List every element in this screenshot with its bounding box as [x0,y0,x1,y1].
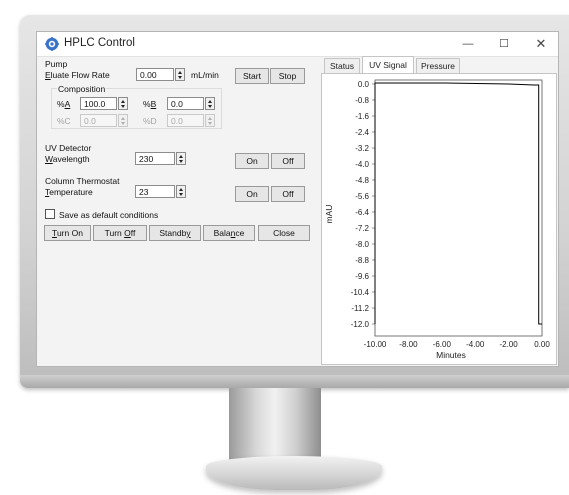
percent-c-spinner [118,114,128,127]
maximize-button[interactable]: ☐ [491,35,517,53]
percent-b-input[interactable] [167,97,204,110]
flow-rate-label: Eluate Flow Rate [45,70,110,80]
y-tick-label: -1.6 [355,112,369,121]
percent-b-letter: B [150,99,157,109]
y-tick-label: -2.4 [355,128,369,137]
turn-off-button[interactable]: Turn Off [93,225,147,241]
minimize-button[interactable]: — [455,35,481,53]
flow-rate-unit: mL/min [191,70,219,80]
x-tick-label: 0.00 [534,340,550,349]
save-default-label: Save as default conditions [59,210,159,220]
y-tick-label: -3.2 [355,144,369,153]
tab-status[interactable]: Status [324,58,360,73]
y-tick-label: -7.2 [355,224,369,233]
pump-start-button[interactable]: Start [235,68,269,84]
y-tick-label: -4.0 [355,160,369,169]
balance-c: ce [235,228,245,238]
x-axis-label: Minutes [436,350,466,360]
plot-area [374,79,543,337]
turn-off-a: Turn [104,228,125,238]
flow-rate-rest: luate Flow Rate [50,70,110,80]
thermostat-on-button[interactable]: On [235,186,269,202]
y-tick-label: -11.2 [351,304,369,313]
percent-b-prefix: % [143,99,151,109]
x-tick-label: -2.00 [499,340,518,349]
x-tick-label: -10.00 [364,340,387,349]
turn-off-accel: O [124,228,131,238]
temperature-rest: emperature [49,187,93,197]
y-tick-label: -5.6 [355,192,369,201]
wavelength-accel: W [45,154,53,164]
turn-on-button[interactable]: Turn On [44,225,91,241]
wavelength-spinner[interactable] [176,152,186,165]
percent-a-spinner[interactable] [118,97,128,110]
uv-signal-panel: -10.00 -8.00 -6.00 -4.00 -2.00 0.00 0.0 -0.8 -1.… [321,73,557,365]
flow-rate-spinner[interactable] [175,68,185,81]
pump-stop-button[interactable]: Stop [270,68,305,84]
uv-off-button[interactable]: Off [271,153,305,169]
monitor-stand-neck [229,388,321,460]
percent-a-prefix: % [57,99,65,109]
standby-a: Standb [159,228,187,238]
app-icon [45,37,59,51]
y-tick-label: -6.4 [355,208,369,217]
turn-off-c: ff [130,228,136,238]
percent-a-letter: A [64,99,71,109]
temperature-input[interactable] [135,185,175,198]
percent-c-label: %C [57,116,71,126]
title-bar[interactable]: HPLC Control — ☐ ✕ [37,32,558,57]
balance-a: Bala [213,228,231,238]
screen: HPLC Control — ☐ ✕ Pump Eluate Flow Rate… [36,31,559,367]
tab-pressure[interactable]: Pressure [416,58,460,73]
percent-d-label: %D [143,116,157,126]
pump-heading: Pump [45,59,68,69]
y-tick-label: -9.6 [355,272,369,281]
flow-rate-input[interactable] [136,68,174,81]
percent-b-label: %B [143,99,156,109]
y-tick-label: 0.0 [358,80,370,89]
close-window-button[interactable]: ✕ [528,35,554,53]
y-tick-label: -8.0 [355,240,369,249]
close-button[interactable]: Close [258,225,310,241]
percent-d-spinner [205,114,215,127]
monitor-bezel [20,375,569,388]
standby-accel: y [186,228,191,238]
percent-b-spinner[interactable] [205,97,215,110]
y-tick-label: -8.8 [355,256,369,265]
percent-a-input[interactable] [80,97,117,110]
x-tick-label: -6.00 [433,340,452,349]
turn-on-rest: urn On [56,228,83,238]
uv-on-button[interactable]: On [235,153,269,169]
wavelength-label: Wavelength [45,154,90,164]
y-tick-label: -10.4 [351,288,370,297]
standby-button[interactable]: Standby [149,225,201,241]
save-default-checkbox[interactable] [45,209,55,219]
thermostat-heading: Column Thermostat [45,176,120,186]
x-tick-label: -8.00 [399,340,418,349]
thermostat-off-button[interactable]: Off [271,186,305,202]
balance-button[interactable]: Balance [203,225,255,241]
temperature-spinner[interactable] [176,185,186,198]
wavelength-rest: avelength [52,154,90,164]
x-tick-label: -4.00 [466,340,485,349]
uv-detector-heading: UV Detector [45,143,92,153]
monitor-stand-base [206,456,382,490]
y-tick-label: -4.8 [355,176,369,185]
composition-heading: Composition [57,84,107,94]
y-tick-label: -0.8 [355,96,369,105]
uv-signal-chart: -10.00 -8.00 -6.00 -4.00 -2.00 0.00 0.0 -0.8 -1.… [324,79,550,360]
y-axis-label: mAU [324,205,334,224]
percent-a-label: %A [57,99,70,109]
percent-c-input [80,114,117,127]
y-tick-label: -12.0 [351,320,370,329]
percent-d-input [167,114,204,127]
tab-uv-signal[interactable]: UV Signal [362,56,414,74]
temperature-label: Temperature [45,187,93,197]
wavelength-input[interactable] [135,152,175,165]
window-title: HPLC Control [64,37,135,49]
